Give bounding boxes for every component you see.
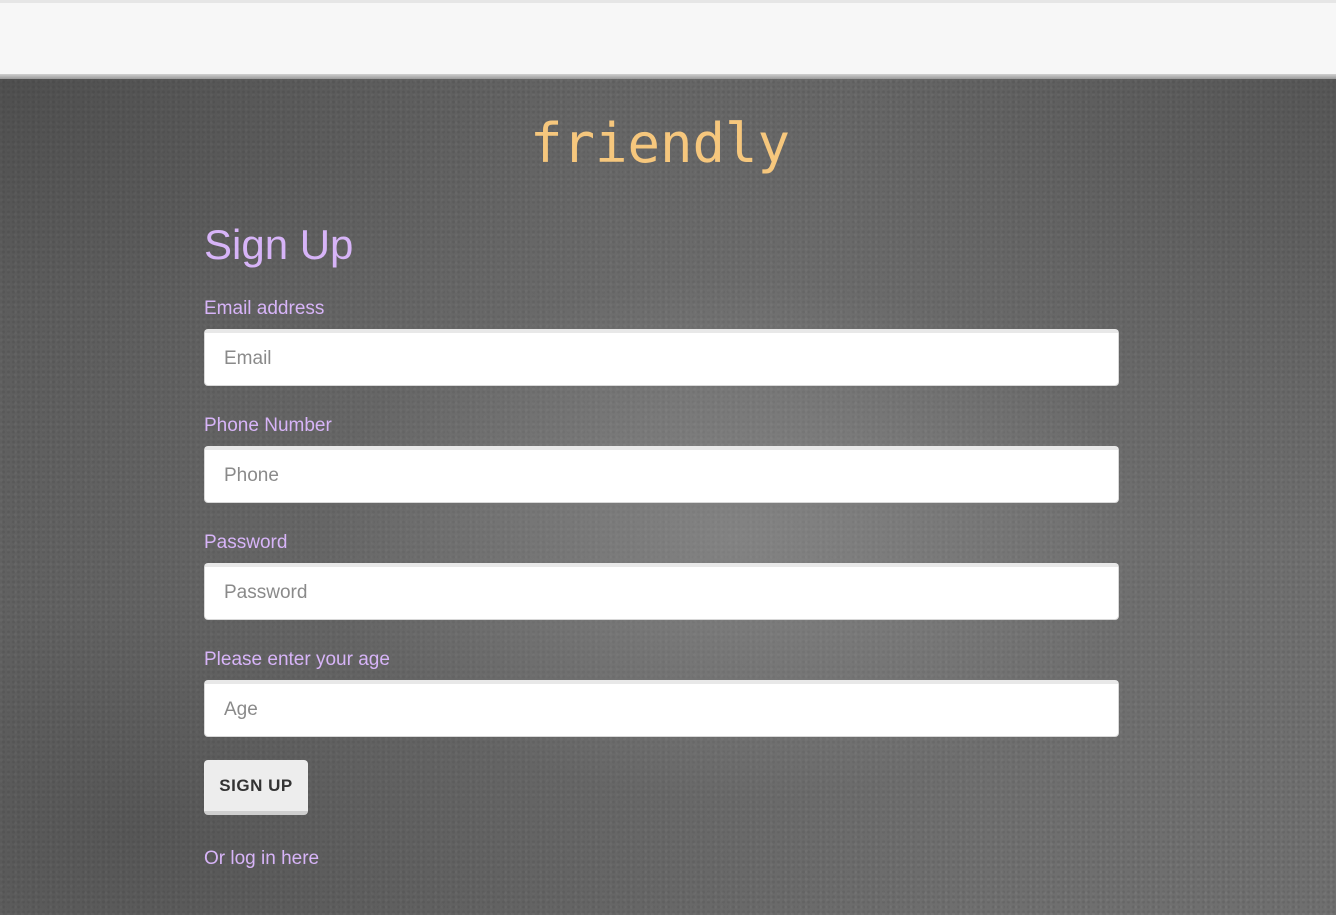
- age-group: Please enter your age: [204, 649, 1119, 737]
- email-label: Email address: [204, 298, 325, 319]
- age-field[interactable]: [204, 680, 1119, 737]
- email-group: Email address: [204, 298, 1119, 386]
- password-field[interactable]: [204, 563, 1119, 620]
- email-field[interactable]: [204, 329, 1119, 386]
- page-title: Sign Up: [204, 221, 354, 268]
- password-label: Password: [204, 532, 288, 553]
- signup-button[interactable]: SIGN UP: [204, 760, 308, 815]
- phone-group: Phone Number: [204, 415, 1119, 503]
- phone-label: Phone Number: [204, 415, 332, 436]
- age-label: Please enter your age: [204, 649, 390, 670]
- brand-logo[interactable]: friendly: [0, 112, 1320, 176]
- password-group: Password: [204, 532, 1119, 620]
- signup-form: Sign Up Email address Phone Number Passw…: [204, 218, 1119, 870]
- phone-field[interactable]: [204, 446, 1119, 503]
- browser-top-bar: [0, 0, 1336, 74]
- login-link[interactable]: Or log in here: [204, 848, 319, 870]
